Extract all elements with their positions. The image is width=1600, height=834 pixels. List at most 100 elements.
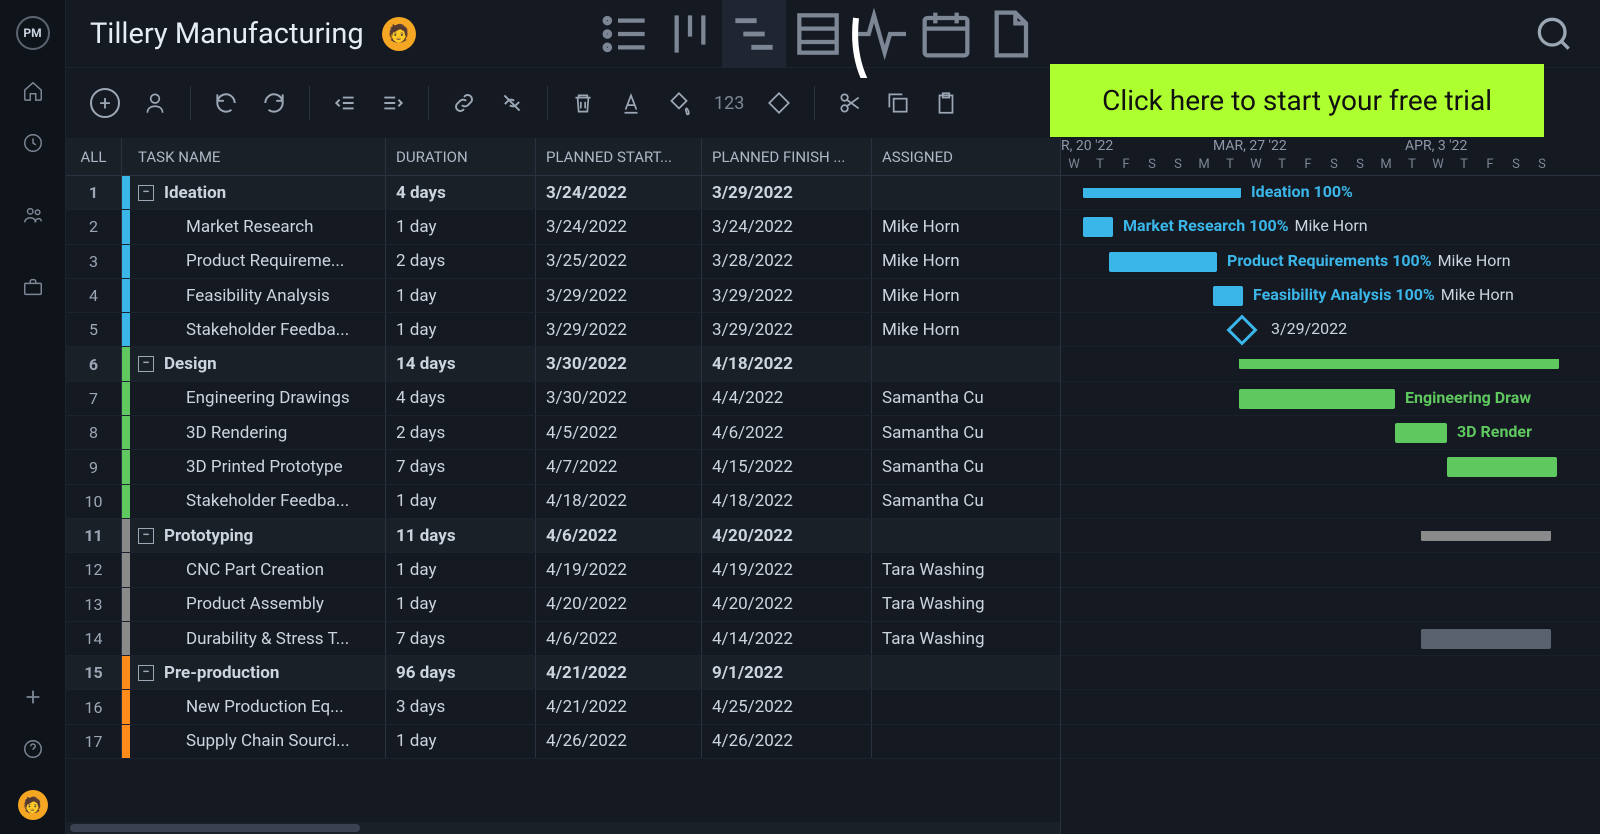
task-cell[interactable]: 3D Rendering: [130, 416, 386, 449]
duration-cell[interactable]: 1 day: [386, 485, 536, 518]
start-cell[interactable]: 3/30/2022: [536, 382, 702, 415]
gantt-bar[interactable]: [1447, 457, 1557, 477]
task-row[interactable]: 5Stakeholder Feedba...1 day3/29/20223/29…: [66, 313, 1060, 347]
start-cell[interactable]: 3/25/2022: [536, 245, 702, 278]
assigned-cell[interactable]: [872, 656, 1060, 689]
start-cell[interactable]: 4/5/2022: [536, 416, 702, 449]
gantt-bar[interactable]: [1083, 217, 1113, 237]
assigned-cell[interactable]: [872, 519, 1060, 552]
start-cell[interactable]: 4/20/2022: [536, 588, 702, 621]
task-cell[interactable]: −Prototyping: [130, 519, 386, 552]
task-row[interactable]: 15−Pre-production96 days4/21/20229/1/202…: [66, 656, 1060, 690]
task-row[interactable]: 7Engineering Drawings4 days3/30/20224/4/…: [66, 382, 1060, 416]
task-cell[interactable]: Durability & Stress T...: [130, 622, 386, 655]
undo-icon[interactable]: [213, 90, 239, 116]
duration-cell[interactable]: 2 days: [386, 416, 536, 449]
collapse-icon[interactable]: −: [138, 528, 154, 544]
duration-cell[interactable]: 1 day: [386, 588, 536, 621]
gantt-bar[interactable]: [1421, 531, 1551, 541]
task-cell[interactable]: Stakeholder Feedba...: [130, 313, 386, 346]
finish-cell[interactable]: 3/29/2022: [702, 313, 872, 346]
gantt-row[interactable]: Feasibility Analysis 100%Mike Horn: [1061, 279, 1600, 313]
gantt-row[interactable]: Product Requirements 100%Mike Horn: [1061, 245, 1600, 279]
unlink-icon[interactable]: [499, 90, 525, 116]
gantt-row[interactable]: 3/29/2022: [1061, 313, 1600, 347]
start-cell[interactable]: 4/26/2022: [536, 725, 702, 758]
assigned-cell[interactable]: Samantha Cu: [872, 416, 1060, 449]
duration-cell[interactable]: 96 days: [386, 656, 536, 689]
gantt-bar[interactable]: [1213, 286, 1243, 306]
task-row[interactable]: 14Durability & Stress T...7 days4/6/2022…: [66, 622, 1060, 656]
collapse-icon[interactable]: −: [138, 356, 154, 372]
gantt-row[interactable]: 3D Render: [1061, 416, 1600, 450]
task-cell[interactable]: Market Research: [130, 210, 386, 243]
finish-cell[interactable]: 4/25/2022: [702, 690, 872, 723]
task-row[interactable]: 13Product Assembly1 day4/20/20224/20/202…: [66, 588, 1060, 622]
cta-button[interactable]: Click here to start your free trial: [1050, 64, 1544, 137]
task-cell[interactable]: Feasibility Analysis: [130, 279, 386, 312]
task-row[interactable]: 4Feasibility Analysis1 day3/29/20223/29/…: [66, 279, 1060, 313]
assigned-cell[interactable]: Samantha Cu: [872, 382, 1060, 415]
gantt-row[interactable]: [1061, 588, 1600, 622]
link-icon[interactable]: [451, 90, 477, 116]
task-cell[interactable]: −Design: [130, 347, 386, 380]
gantt-bar[interactable]: [1239, 359, 1559, 369]
gantt-row[interactable]: [1061, 347, 1600, 381]
task-row[interactable]: 3Product Requireme...2 days3/25/20223/28…: [66, 245, 1060, 279]
assigned-cell[interactable]: [872, 725, 1060, 758]
task-row[interactable]: 83D Rendering2 days4/5/20224/6/2022Saman…: [66, 416, 1060, 450]
task-cell[interactable]: Product Requireme...: [130, 245, 386, 278]
text-color-icon[interactable]: [618, 90, 644, 116]
col-task[interactable]: TASK NAME: [130, 138, 386, 175]
gantt-row[interactable]: Market Research 100%Mike Horn: [1061, 210, 1600, 244]
duration-cell[interactable]: 3 days: [386, 690, 536, 723]
task-row[interactable]: 11−Prototyping11 days4/6/20224/20/2022: [66, 519, 1060, 553]
assigned-cell[interactable]: [872, 347, 1060, 380]
assigned-cell[interactable]: [872, 690, 1060, 723]
people-icon[interactable]: [22, 204, 44, 226]
help-icon[interactable]: [22, 738, 44, 760]
start-cell[interactable]: 4/6/2022: [536, 622, 702, 655]
duration-cell[interactable]: 14 days: [386, 347, 536, 380]
gantt-row[interactable]: [1061, 519, 1600, 553]
task-cell[interactable]: −Ideation: [130, 176, 386, 209]
finish-cell[interactable]: 3/29/2022: [702, 279, 872, 312]
col-start[interactable]: PLANNED START...: [536, 138, 702, 175]
duration-cell[interactable]: 11 days: [386, 519, 536, 552]
gantt-bar[interactable]: [1109, 252, 1217, 272]
finish-cell[interactable]: 4/18/2022: [702, 485, 872, 518]
gantt-row[interactable]: [1061, 485, 1600, 519]
start-cell[interactable]: 4/7/2022: [536, 450, 702, 483]
copy-icon[interactable]: [885, 90, 911, 116]
clock-icon[interactable]: [22, 132, 44, 154]
col-duration[interactable]: DURATION: [386, 138, 536, 175]
gantt-bar[interactable]: [1395, 423, 1447, 443]
task-row[interactable]: 16New Production Eq...3 days4/21/20224/2…: [66, 690, 1060, 724]
finish-cell[interactable]: 4/6/2022: [702, 416, 872, 449]
plus-icon[interactable]: [22, 686, 44, 708]
start-cell[interactable]: 3/29/2022: [536, 313, 702, 346]
indent-icon[interactable]: [380, 90, 406, 116]
finish-cell[interactable]: 4/20/2022: [702, 519, 872, 552]
task-cell[interactable]: New Production Eq...: [130, 690, 386, 723]
task-row[interactable]: 1−Ideation4 days3/24/20223/29/2022: [66, 176, 1060, 210]
start-cell[interactable]: 4/6/2022: [536, 519, 702, 552]
task-cell[interactable]: Engineering Drawings: [130, 382, 386, 415]
start-cell[interactable]: 4/21/2022: [536, 656, 702, 689]
finish-cell[interactable]: 9/1/2022: [702, 656, 872, 689]
gantt-row[interactable]: [1061, 622, 1600, 656]
col-all[interactable]: ALL: [66, 138, 122, 175]
finish-cell[interactable]: 4/19/2022: [702, 553, 872, 586]
task-row[interactable]: 6−Design14 days3/30/20224/18/2022: [66, 347, 1060, 381]
assigned-cell[interactable]: Tara Washing: [872, 553, 1060, 586]
diamond-icon[interactable]: [766, 90, 792, 116]
gantt-chart[interactable]: R, 20 '22MAR, 27 '22APR, 3 '22 WTFSSMTWT…: [1061, 138, 1600, 834]
gantt-row[interactable]: [1061, 553, 1600, 587]
finish-cell[interactable]: 4/4/2022: [702, 382, 872, 415]
trash-icon[interactable]: [570, 90, 596, 116]
view-calendar-icon[interactable]: [914, 0, 978, 68]
person-icon[interactable]: [142, 90, 168, 116]
gantt-bar[interactable]: [1421, 629, 1551, 649]
view-list-icon[interactable]: [594, 0, 658, 68]
milestone-icon[interactable]: [1226, 315, 1257, 346]
